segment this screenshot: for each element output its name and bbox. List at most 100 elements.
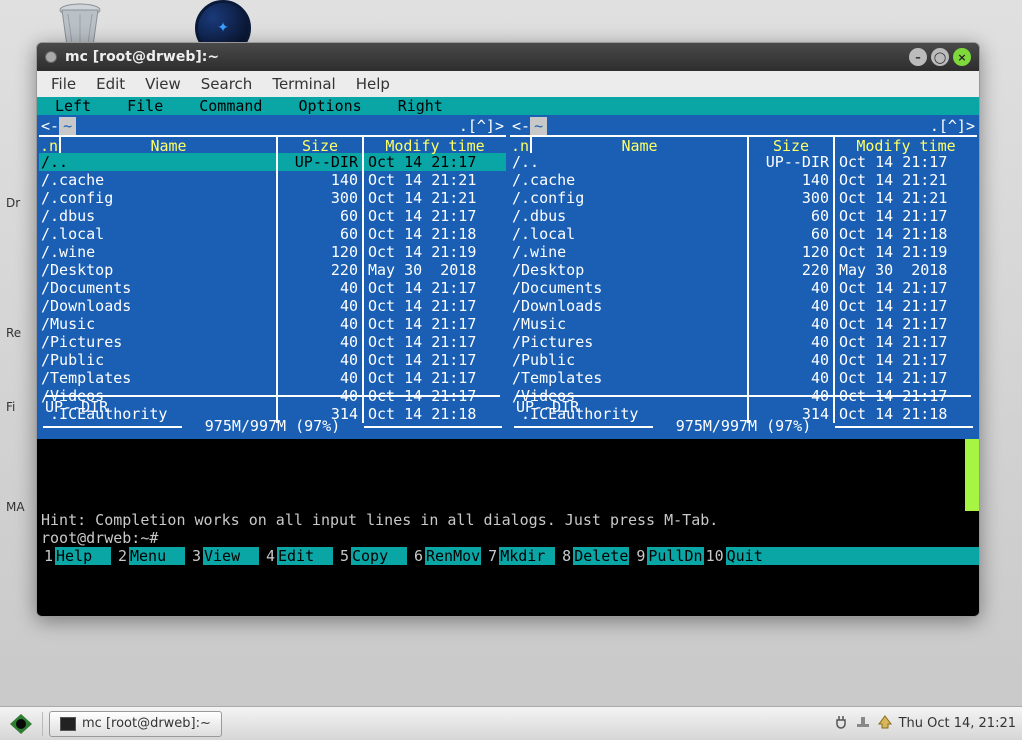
fkey-pulldn[interactable]: 9PullDn bbox=[629, 547, 703, 565]
app-menubar: File Edit View Search Terminal Help bbox=[37, 71, 979, 97]
fkey-copy[interactable]: 5Copy bbox=[333, 547, 407, 565]
path-left-arrow-icon[interactable]: <- bbox=[512, 117, 530, 135]
mc-menu-file[interactable]: File bbox=[109, 97, 181, 115]
fkey-view[interactable]: 3View bbox=[185, 547, 259, 565]
file-name: /.wine bbox=[39, 243, 278, 261]
fkey-label: RenMov bbox=[425, 547, 481, 565]
shell-prompt[interactable]: root@drweb:~# bbox=[41, 529, 158, 547]
file-mtime: Oct 14 21:21 bbox=[835, 171, 977, 189]
file-size: 40 bbox=[749, 351, 835, 369]
file-mtime: Oct 14 21:21 bbox=[364, 171, 506, 189]
panel-scroll-icon[interactable]: .[^]> bbox=[930, 117, 975, 135]
file-size: UP--DIR bbox=[749, 153, 835, 171]
terminal-area[interactable]: Left File Command Options Right <- ~ .[^… bbox=[37, 97, 979, 616]
taskbar-task-button[interactable]: mc [root@drweb]:~ bbox=[49, 711, 222, 737]
file-row[interactable]: /Desktop220May 30 2018 bbox=[39, 261, 506, 279]
file-row[interactable]: /.dbus60Oct 14 21:17 bbox=[39, 207, 506, 225]
mc-menu-left[interactable]: Left bbox=[37, 97, 109, 115]
left-panel[interactable]: <- ~ .[^]> .n Name Size Modify time /..U… bbox=[37, 115, 508, 439]
file-row[interactable]: /.cache140Oct 14 21:21 bbox=[510, 171, 977, 189]
fkey-renmov[interactable]: 6RenMov bbox=[407, 547, 481, 565]
file-row[interactable]: /Music40Oct 14 21:17 bbox=[39, 315, 506, 333]
mc-menu-options[interactable]: Options bbox=[280, 97, 379, 115]
file-mtime: Oct 14 21:17 bbox=[835, 351, 977, 369]
file-name: /Downloads bbox=[39, 297, 278, 315]
fkey-help[interactable]: 1Help bbox=[37, 547, 111, 565]
path-left-arrow-icon[interactable]: <- bbox=[41, 117, 59, 135]
col-n[interactable]: .n bbox=[39, 137, 61, 153]
up-arrow-icon[interactable] bbox=[877, 714, 893, 734]
file-row[interactable]: /..UP--DIROct 14 21:17 bbox=[510, 153, 977, 171]
file-row[interactable]: /Pictures40Oct 14 21:17 bbox=[39, 333, 506, 351]
file-name: /Public bbox=[39, 351, 278, 369]
menu-file[interactable]: File bbox=[41, 73, 86, 95]
right-path[interactable]: ~ bbox=[530, 117, 547, 135]
fkey-label: PullDn bbox=[647, 547, 703, 565]
file-mtime: Oct 14 21:21 bbox=[364, 189, 506, 207]
window-menu-icon[interactable] bbox=[45, 51, 57, 63]
file-row[interactable]: /Templates40Oct 14 21:17 bbox=[510, 369, 977, 387]
file-row[interactable]: /Downloads40Oct 14 21:17 bbox=[510, 297, 977, 315]
file-row[interactable]: /Documents40Oct 14 21:17 bbox=[39, 279, 506, 297]
file-mtime: Oct 14 21:19 bbox=[835, 243, 977, 261]
file-row[interactable]: /Pictures40Oct 14 21:17 bbox=[510, 333, 977, 351]
file-row[interactable]: /Public40Oct 14 21:17 bbox=[510, 351, 977, 369]
titlebar[interactable]: mc [root@drweb]:~ – ◯ × bbox=[37, 43, 979, 71]
mc-menu-right[interactable]: Right bbox=[380, 97, 461, 115]
file-row[interactable]: /.wine120Oct 14 21:19 bbox=[510, 243, 977, 261]
file-name: /Public bbox=[510, 351, 749, 369]
file-row[interactable]: /..UP--DIROct 14 21:17 bbox=[39, 153, 506, 171]
network-icon[interactable] bbox=[855, 714, 871, 734]
fkey-label: Menu bbox=[129, 547, 185, 565]
fkey-quit[interactable]: 10Quit bbox=[704, 547, 782, 565]
file-row[interactable]: /.config300Oct 14 21:21 bbox=[510, 189, 977, 207]
file-row[interactable]: /.wine120Oct 14 21:19 bbox=[39, 243, 506, 261]
mc-menu-command[interactable]: Command bbox=[181, 97, 280, 115]
fkey-number: 6 bbox=[407, 547, 425, 565]
start-menu-icon[interactable] bbox=[6, 711, 36, 737]
col-name[interactable]: Name bbox=[61, 137, 278, 153]
system-tray: Thu Oct 14, 21:21 bbox=[833, 714, 1016, 734]
menu-help[interactable]: Help bbox=[346, 73, 400, 95]
file-row[interactable]: /Public40Oct 14 21:17 bbox=[39, 351, 506, 369]
menu-edit[interactable]: Edit bbox=[86, 73, 135, 95]
file-size: 60 bbox=[749, 225, 835, 243]
power-plug-icon[interactable] bbox=[833, 714, 849, 734]
fkey-label: Edit bbox=[277, 547, 333, 565]
fkey-delete[interactable]: 8Delete bbox=[555, 547, 629, 565]
col-modify[interactable]: Modify time bbox=[364, 137, 506, 153]
maximize-button[interactable]: ◯ bbox=[931, 48, 949, 66]
file-size: 140 bbox=[278, 171, 364, 189]
fkey-menu[interactable]: 2Menu bbox=[111, 547, 185, 565]
file-size: 120 bbox=[749, 243, 835, 261]
left-path[interactable]: ~ bbox=[59, 117, 76, 135]
file-row[interactable]: /Documents40Oct 14 21:17 bbox=[510, 279, 977, 297]
file-row[interactable]: /.local60Oct 14 21:18 bbox=[510, 225, 977, 243]
function-key-bar: 1Help2Menu3View4Edit5Copy6RenMov7Mkdir8D… bbox=[37, 547, 979, 565]
right-header-row: .n Name Size Modify time bbox=[510, 135, 977, 153]
fkey-mkdir[interactable]: 7Mkdir bbox=[481, 547, 555, 565]
panel-scroll-icon[interactable]: .[^]> bbox=[459, 117, 504, 135]
col-size[interactable]: Size bbox=[749, 137, 835, 153]
file-row[interactable]: /Music40Oct 14 21:17 bbox=[510, 315, 977, 333]
col-size[interactable]: Size bbox=[278, 137, 364, 153]
taskbar-clock[interactable]: Thu Oct 14, 21:21 bbox=[899, 716, 1016, 731]
file-row[interactable]: /.config300Oct 14 21:21 bbox=[39, 189, 506, 207]
col-name[interactable]: Name bbox=[532, 137, 749, 153]
col-modify[interactable]: Modify time bbox=[835, 137, 977, 153]
col-n[interactable]: .n bbox=[510, 137, 532, 153]
file-name: /Pictures bbox=[510, 333, 749, 351]
menu-search[interactable]: Search bbox=[191, 73, 263, 95]
right-panel[interactable]: <- ~ .[^]> .n Name Size Modify time /..U… bbox=[508, 115, 979, 439]
fkey-edit[interactable]: 4Edit bbox=[259, 547, 333, 565]
file-row[interactable]: /Downloads40Oct 14 21:17 bbox=[39, 297, 506, 315]
minimize-button[interactable]: – bbox=[909, 48, 927, 66]
file-row[interactable]: /.local60Oct 14 21:18 bbox=[39, 225, 506, 243]
file-row[interactable]: /Desktop220May 30 2018 bbox=[510, 261, 977, 279]
menu-view[interactable]: View bbox=[135, 73, 191, 95]
menu-terminal[interactable]: Terminal bbox=[262, 73, 345, 95]
file-row[interactable]: /.dbus60Oct 14 21:17 bbox=[510, 207, 977, 225]
close-button[interactable]: × bbox=[953, 48, 971, 66]
file-row[interactable]: /Templates40Oct 14 21:17 bbox=[39, 369, 506, 387]
file-row[interactable]: /.cache140Oct 14 21:21 bbox=[39, 171, 506, 189]
